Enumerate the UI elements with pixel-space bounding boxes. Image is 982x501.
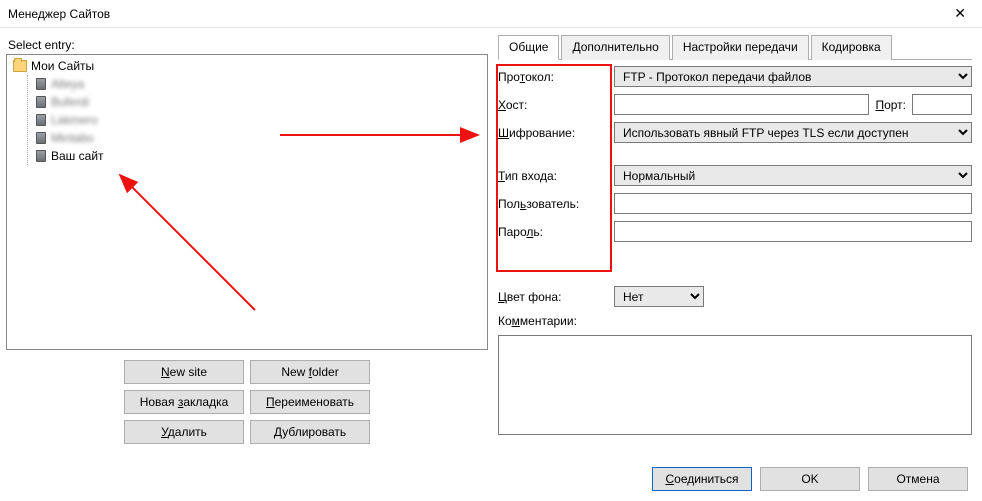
- host-input[interactable]: [614, 94, 869, 115]
- tree-item[interactable]: Mintabo: [36, 129, 481, 147]
- server-icon: [36, 150, 46, 162]
- tree-item[interactable]: Lakmero: [36, 111, 481, 129]
- ok-button[interactable]: OK: [760, 467, 860, 491]
- select-entry-label: Select entry:: [8, 38, 488, 52]
- tab-charset[interactable]: Кодировка: [811, 35, 892, 60]
- comments-textarea[interactable]: [498, 335, 972, 435]
- rename-button[interactable]: Переименовать: [250, 390, 370, 414]
- bgcolor-select[interactable]: Нет: [614, 286, 704, 307]
- tree-item[interactable]: Buferdi: [36, 93, 481, 111]
- cancel-button[interactable]: Отмена: [868, 467, 968, 491]
- delete-button[interactable]: Удалить: [124, 420, 244, 444]
- server-icon: [36, 78, 46, 90]
- titlebar: Менеджер Сайтов ✕: [0, 0, 982, 28]
- site-tree[interactable]: Мои Сайты Alteya Buferdi Lakmero Mintabo…: [6, 54, 488, 350]
- protocol-select[interactable]: FTP - Протокол передачи файлов: [614, 66, 972, 87]
- tree-root[interactable]: Мои Сайты: [13, 59, 481, 73]
- port-input[interactable]: [912, 94, 972, 115]
- left-pane: Select entry: Мои Сайты Alteya Buferdi L…: [6, 34, 488, 450]
- tab-advanced[interactable]: Дополнительно: [561, 35, 669, 60]
- host-label: Хост:: [498, 98, 610, 112]
- duplicate-button[interactable]: Дублировать: [250, 420, 370, 444]
- protocol-label: Протокол:: [498, 70, 610, 84]
- bgcolor-label: Цвет фона:: [498, 290, 610, 304]
- password-label: Пароль:: [498, 225, 610, 239]
- encryption-select[interactable]: Использовать явный FTP через TLS если до…: [614, 122, 972, 143]
- dialog-buttons: Соединиться OK Отмена: [652, 467, 968, 491]
- new-folder-button[interactable]: New folder: [250, 360, 370, 384]
- new-site-button[interactable]: New site: [124, 360, 244, 384]
- server-icon: [36, 132, 46, 144]
- encryption-label: Шифрование:: [498, 126, 610, 140]
- tabstrip: Общие Дополнительно Настройки передачи К…: [498, 34, 972, 60]
- right-pane: Общие Дополнительно Настройки передачи К…: [498, 34, 972, 450]
- connect-button[interactable]: Соединиться: [652, 467, 752, 491]
- general-form: Протокол: FTP - Протокол передачи файлов…: [498, 66, 972, 438]
- close-icon[interactable]: ✕: [946, 1, 974, 26]
- server-icon: [36, 96, 46, 108]
- window-title: Менеджер Сайтов: [8, 7, 110, 21]
- user-label: Пользователь:: [498, 197, 610, 211]
- folder-icon: [13, 60, 27, 72]
- tree-item-selected[interactable]: Ваш сайт: [36, 147, 481, 165]
- password-input[interactable]: [614, 221, 972, 242]
- tree-buttons: New site New folder Новая закладка Переи…: [120, 360, 374, 444]
- tree-item[interactable]: Alteya: [36, 75, 481, 93]
- logon-type-label: Тип входа:: [498, 169, 610, 183]
- tree-children: Alteya Buferdi Lakmero Mintabo Ваш сайт: [27, 75, 481, 165]
- user-input[interactable]: [614, 193, 972, 214]
- tab-transfer[interactable]: Настройки передачи: [672, 35, 809, 60]
- server-icon: [36, 114, 46, 126]
- comments-label: Комментарии:: [498, 314, 610, 328]
- port-label: Порт:: [875, 98, 906, 112]
- tab-general[interactable]: Общие: [498, 35, 559, 60]
- new-bookmark-button[interactable]: Новая закладка: [124, 390, 244, 414]
- logon-type-select[interactable]: Нормальный: [614, 165, 972, 186]
- tree-root-label: Мои Сайты: [31, 59, 94, 73]
